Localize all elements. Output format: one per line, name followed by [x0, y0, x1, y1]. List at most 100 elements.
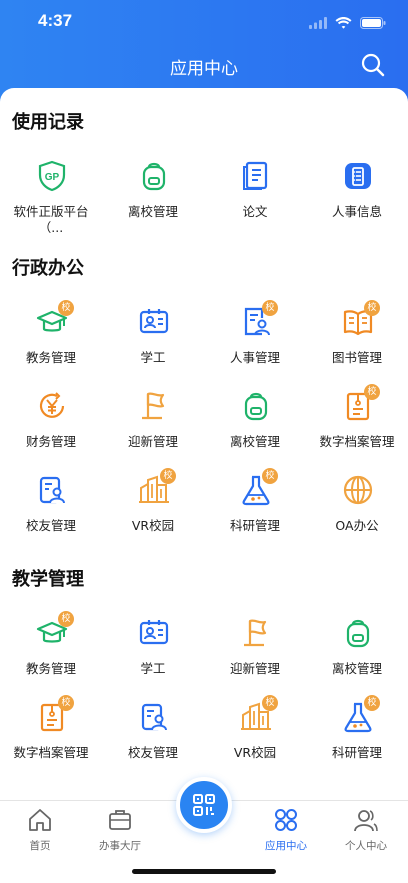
backpack-icon	[342, 617, 374, 649]
app-label: 教务管理	[25, 661, 76, 676]
school-badge: 校	[364, 695, 380, 711]
app-student-affairs[interactable]: 学工	[102, 306, 204, 390]
grid-recent: GP 软件正版平台（... 离校管理 论文 人事信息	[0, 160, 408, 244]
backpack-icon	[138, 160, 170, 192]
app-label: 论文	[242, 204, 268, 219]
section-title-admin: 行政办公	[12, 258, 84, 279]
tab-label: 办事大厅	[99, 840, 141, 852]
status-bar: 4:37	[0, 0, 408, 44]
search-button[interactable]	[360, 52, 386, 78]
grid-admin: 校 教务管理 学工 校 人事管理 校 图书管理 财务管理 迎新管理 离校管理 校…	[0, 300, 408, 558]
app-research-management[interactable]: 校 科研管理	[204, 468, 306, 558]
school-badge: 校	[58, 695, 74, 711]
school-badge: 校	[262, 300, 278, 316]
app-freshman-welcome[interactable]: 迎新管理	[204, 617, 306, 701]
app-vr-campus[interactable]: 校 VR校园	[204, 695, 306, 785]
app-label: 离校管理	[331, 661, 382, 676]
tab-label: 首页	[29, 840, 51, 852]
app-academic-affairs[interactable]: 校 教务管理	[0, 300, 102, 390]
app-label: 软件正版平台（...	[13, 204, 89, 235]
app-center-content: 使用记录 GP 软件正版平台（... 离校管理 论文 人事信息 行政办公 校 教…	[0, 88, 408, 800]
school-badge: 校	[58, 611, 74, 627]
app-label: VR校园	[131, 518, 175, 533]
briefcase-icon	[109, 810, 131, 830]
app-alumni-management[interactable]: 校友管理	[0, 474, 102, 558]
app-label: 人事管理	[229, 350, 280, 365]
gp-shield-icon: GP	[36, 160, 68, 192]
app-research-management[interactable]: 校 科研管理	[306, 695, 408, 785]
apps-icon	[275, 809, 297, 831]
school-badge: 校	[364, 300, 380, 316]
tab-label: 应用中心	[265, 840, 307, 852]
school-badge: 校	[364, 384, 380, 400]
app-software-platform[interactable]: GP 软件正版平台（...	[0, 160, 102, 244]
qr-scan-icon	[193, 794, 215, 816]
qr-scan-button[interactable]	[176, 777, 232, 833]
app-label: 科研管理	[229, 518, 280, 533]
app-label: 图书管理	[331, 350, 382, 365]
tab-personal-center[interactable]: 个人中心	[326, 807, 406, 853]
tab-label: 个人中心	[345, 840, 387, 852]
app-personnel-info[interactable]: 人事信息	[306, 160, 408, 244]
app-label: 人事信息	[331, 204, 382, 219]
app-label: 迎新管理	[229, 661, 280, 676]
app-label: 离校管理	[229, 434, 280, 449]
section-title-recent: 使用记录	[12, 112, 84, 133]
student-card-icon	[138, 617, 170, 649]
app-label: OA办公	[335, 518, 379, 533]
app-thesis[interactable]: 论文	[204, 160, 306, 244]
user-icon	[354, 810, 378, 832]
school-badge: 校	[262, 468, 278, 484]
personnel-info-icon	[342, 160, 374, 192]
app-label: 校友管理	[127, 745, 178, 760]
app-academic-affairs[interactable]: 校 教务管理	[0, 611, 102, 701]
app-label: 学工	[140, 661, 166, 676]
tab-app-center[interactable]: 应用中心	[246, 807, 326, 853]
page-title: 应用中心	[170, 59, 238, 79]
status-time: 4:37	[38, 11, 73, 30]
tab-home[interactable]: 首页	[0, 807, 80, 853]
battery-icon	[360, 14, 386, 33]
flag-icon	[138, 390, 170, 422]
app-label: 迎新管理	[127, 434, 178, 449]
app-label: 数字档案管理	[13, 745, 89, 760]
app-vr-campus[interactable]: 校 VR校园	[102, 468, 204, 558]
flag-icon	[240, 617, 272, 649]
yuan-coin-icon	[36, 390, 68, 422]
tab-service-hall[interactable]: 办事大厅	[80, 807, 160, 853]
app-label: 教务管理	[25, 350, 76, 365]
app-alumni-management[interactable]: 校友管理	[102, 701, 204, 785]
home-icon	[29, 809, 51, 831]
app-leave-school[interactable]: 离校管理	[102, 160, 204, 244]
paper-icon	[240, 160, 272, 192]
app-label: 科研管理	[331, 745, 382, 760]
app-digital-archive[interactable]: 校 数字档案管理	[0, 695, 102, 785]
backpack-icon	[240, 390, 272, 422]
alumni-icon	[138, 701, 170, 733]
app-student-affairs[interactable]: 学工	[102, 617, 204, 701]
app-oa-office[interactable]: OA办公	[306, 474, 408, 558]
app-digital-archive[interactable]: 校 数字档案管理	[306, 384, 408, 474]
app-freshman-welcome[interactable]: 迎新管理	[102, 390, 204, 474]
app-leave-school[interactable]: 离校管理	[306, 617, 408, 701]
app-label: 离校管理	[127, 204, 178, 219]
app-leave-school[interactable]: 离校管理	[204, 390, 306, 474]
wifi-icon	[335, 14, 352, 33]
app-label: 学工	[140, 350, 166, 365]
search-icon	[361, 53, 385, 77]
globe-icon	[342, 474, 374, 506]
school-badge: 校	[58, 300, 74, 316]
section-title-teaching: 教学管理	[12, 569, 84, 590]
app-label: 财务管理	[25, 434, 76, 449]
alumni-icon	[36, 474, 68, 506]
grid-teaching: 校 教务管理 学工 迎新管理 离校管理 校 数字档案管理 校友管理 校 VR校园…	[0, 611, 408, 785]
app-hr-management[interactable]: 校 人事管理	[204, 300, 306, 390]
school-badge: 校	[262, 695, 278, 711]
app-label: 数字档案管理	[319, 434, 395, 449]
app-finance-management[interactable]: 财务管理	[0, 390, 102, 474]
app-library-management[interactable]: 校 图书管理	[306, 300, 408, 390]
app-label: 校友管理	[25, 518, 76, 533]
cellular-signal-icon	[309, 14, 327, 33]
home-indicator	[132, 869, 276, 874]
status-icons	[309, 14, 386, 33]
